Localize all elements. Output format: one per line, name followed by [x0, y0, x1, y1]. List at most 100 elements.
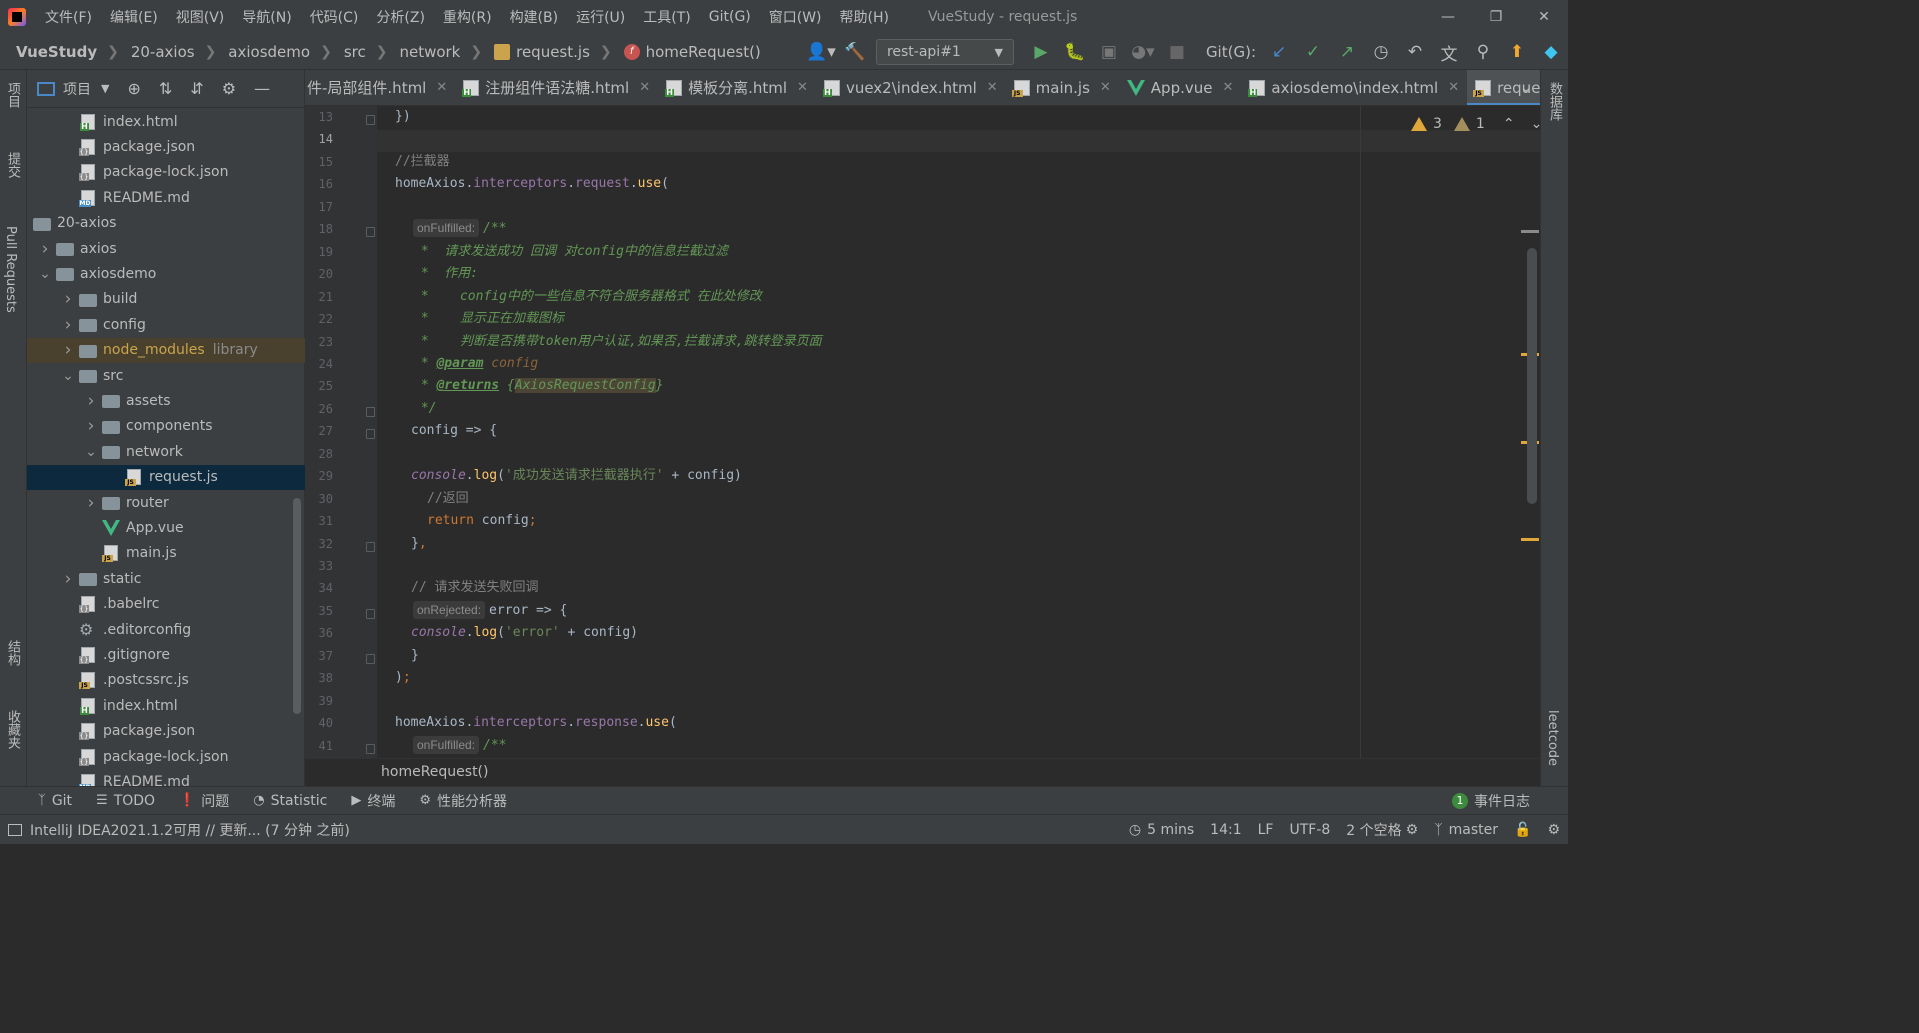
- code-line[interactable]: },: [411, 533, 427, 555]
- fold-marker-icon[interactable]: [366, 743, 375, 754]
- build-hammer-icon[interactable]: 🔨: [838, 42, 872, 62]
- tree-file-item[interactable]: ⚙ .editorconfig: [27, 617, 305, 642]
- previous-highlight-icon[interactable]: ⌃: [1503, 116, 1515, 132]
- code-line[interactable]: * config中的一些信息不符合服务器格式 在此处修改: [413, 286, 762, 308]
- rollback-icon[interactable]: ↶: [1398, 42, 1432, 62]
- code-line[interactable]: onRejected: error => {: [413, 600, 567, 622]
- close-icon[interactable]: ✕: [1448, 80, 1459, 95]
- tree-file-item[interactable]: main.js: [27, 541, 305, 566]
- next-highlight-icon[interactable]: ⌄: [1531, 116, 1540, 132]
- terminal-tool-button[interactable]: ▶ 终端: [339, 791, 407, 811]
- gear-icon[interactable]: ⚙: [222, 79, 236, 98]
- menu-analyze[interactable]: 分析(Z): [367, 7, 434, 27]
- lock-icon[interactable]: 🔓: [1506, 822, 1539, 838]
- breadcrumb-file[interactable]: request.js: [482, 43, 594, 61]
- tree-file-item[interactable]: index.html: [27, 693, 305, 718]
- chevron-right-icon[interactable]: ›: [84, 416, 98, 436]
- tree-file-item[interactable]: request.js: [27, 464, 305, 490]
- fold-marker-icon[interactable]: [366, 406, 375, 417]
- chevron-right-icon[interactable]: ›: [84, 391, 98, 411]
- tree-folder-item[interactable]: › config: [27, 312, 305, 337]
- tree-file-item[interactable]: package-lock.json: [27, 744, 305, 769]
- translate-icon[interactable]: 文: [1432, 40, 1466, 65]
- editor-tab[interactable]: vuex2\index.html ✕: [816, 70, 1006, 105]
- stop-icon[interactable]: ■: [1160, 42, 1194, 62]
- tree-file-item[interactable]: README.md: [27, 769, 305, 786]
- statistic-tool-button[interactable]: ◔ Statistic: [241, 793, 339, 809]
- restore-icon[interactable]: ❐: [1472, 0, 1520, 34]
- code-line[interactable]: //返回: [427, 488, 469, 510]
- indent-setting[interactable]: 2 个空格 ⚙: [1338, 820, 1426, 840]
- tree-folder-item[interactable]: › static: [27, 566, 305, 591]
- line-separator[interactable]: LF: [1250, 822, 1282, 838]
- tree-file-item[interactable]: .postcssrc.js: [27, 668, 305, 693]
- code-line[interactable]: //拦截器: [395, 151, 450, 173]
- chevron-right-icon[interactable]: ›: [61, 569, 75, 589]
- tree-file-item[interactable]: .babelrc: [27, 592, 305, 617]
- debug-icon[interactable]: 🐛: [1058, 42, 1092, 62]
- tree-folder-item[interactable]: › router: [27, 490, 305, 515]
- tree-file-item[interactable]: index.html: [27, 109, 305, 134]
- user-icon[interactable]: 👤▾: [804, 42, 838, 62]
- chevron-right-icon[interactable]: ›: [61, 315, 75, 335]
- breadcrumb-20-axios[interactable]: 20-axios: [119, 43, 199, 61]
- problems-tool-button[interactable]: ❗ 问题: [167, 791, 241, 811]
- code-line[interactable]: console.log('error' + config): [411, 622, 638, 644]
- chevron-down-icon[interactable]: ▼: [101, 82, 109, 95]
- event-log-button[interactable]: 1 事件日志: [1452, 791, 1530, 811]
- tree-file-item[interactable]: .gitignore: [27, 642, 305, 667]
- tree-file-item[interactable]: package.json: [27, 719, 305, 744]
- todo-tool-button[interactable]: ☰ TODO: [84, 793, 167, 809]
- chevron-down-icon[interactable]: ⌄: [38, 266, 52, 282]
- update-available-icon[interactable]: ⬆: [1500, 42, 1534, 62]
- inspection-widget[interactable]: 3 1 ⌃ ⌄: [1411, 116, 1540, 132]
- status-message[interactable]: IntelliJ IDEA2021.1.2可用 // 更新... (7 分钟 之…: [30, 820, 350, 840]
- chevron-right-icon[interactable]: ›: [38, 239, 52, 259]
- close-icon[interactable]: ✕: [1222, 80, 1233, 95]
- menu-tools[interactable]: 工具(T): [634, 7, 699, 27]
- chevron-down-icon[interactable]: ⌄: [84, 444, 98, 460]
- tree-folder-item[interactable]: › axios: [27, 236, 305, 261]
- code-line[interactable]: */: [413, 398, 437, 420]
- close-icon[interactable]: ✕: [987, 80, 998, 95]
- menu-code[interactable]: 代码(C): [301, 7, 368, 27]
- editor-tab[interactable]: 模板分离.html ✕: [658, 70, 816, 105]
- locate-file-icon[interactable]: ⊕: [127, 79, 140, 98]
- code-line[interactable]: * 判断是否携带token用户认证,如果否,拦截请求,跳转登录页面: [413, 331, 822, 353]
- chevron-right-icon[interactable]: ›: [61, 340, 75, 360]
- code-line[interactable]: console.log('成功发送请求拦截器执行' + config): [411, 465, 742, 487]
- code-line[interactable]: return config;: [427, 510, 537, 532]
- window-toggle-icon[interactable]: [8, 823, 22, 836]
- error-stripe-mark[interactable]: [1521, 230, 1539, 233]
- breadcrumb-function[interactable]: f homeRequest(): [612, 43, 765, 61]
- menu-file[interactable]: 文件(F): [36, 7, 101, 27]
- tabs-overflow-icon[interactable]: ⌄: [1520, 80, 1532, 96]
- memory-indicator-icon[interactable]: ⚙: [1539, 822, 1568, 838]
- editor-scrollbar[interactable]: [1527, 248, 1537, 504]
- menu-window[interactable]: 窗口(W): [760, 7, 831, 27]
- tree-file-item[interactable]: package.json: [27, 134, 305, 159]
- menu-refactor[interactable]: 重构(R): [434, 7, 501, 27]
- tree-folder-item[interactable]: › build: [27, 287, 305, 312]
- project-tool-tab[interactable]: 项目: [3, 82, 22, 108]
- coverage-icon[interactable]: ▣: [1092, 42, 1126, 62]
- code-line[interactable]: onFulfilled:/**: [413, 735, 507, 757]
- git-update-icon[interactable]: ↙: [1262, 42, 1296, 62]
- code-editor[interactable]: 13 14 15 16 17 18 19 20 21 22 23 24 25 26 27 28 29 30 31 32…: [305, 106, 1540, 758]
- fold-marker-icon[interactable]: [366, 429, 375, 440]
- fold-marker-icon[interactable]: [366, 653, 375, 664]
- commit-tool-tab[interactable]: 提交: [3, 152, 22, 178]
- fold-marker-icon[interactable]: [366, 115, 375, 125]
- code-line[interactable]: * 请求发送成功 回调 对config中的信息拦截过滤: [413, 241, 728, 263]
- tree-folder-item[interactable]: › assets: [27, 388, 305, 413]
- code-line[interactable]: config => {: [411, 420, 497, 442]
- favorites-tool-tab[interactable]: 收藏夹: [3, 710, 22, 749]
- code-line[interactable]: * @param config: [413, 353, 538, 375]
- file-encoding[interactable]: UTF-8: [1281, 822, 1338, 838]
- structure-tool-tab[interactable]: 结构: [3, 640, 22, 666]
- code-line[interactable]: }: [411, 645, 419, 667]
- chevron-right-icon[interactable]: ›: [84, 493, 98, 513]
- code-line[interactable]: * @returns {AxiosRequestConfig}: [413, 375, 663, 397]
- project-tree-scrollbar[interactable]: [293, 498, 301, 714]
- git-commit-icon[interactable]: ✓: [1296, 42, 1330, 62]
